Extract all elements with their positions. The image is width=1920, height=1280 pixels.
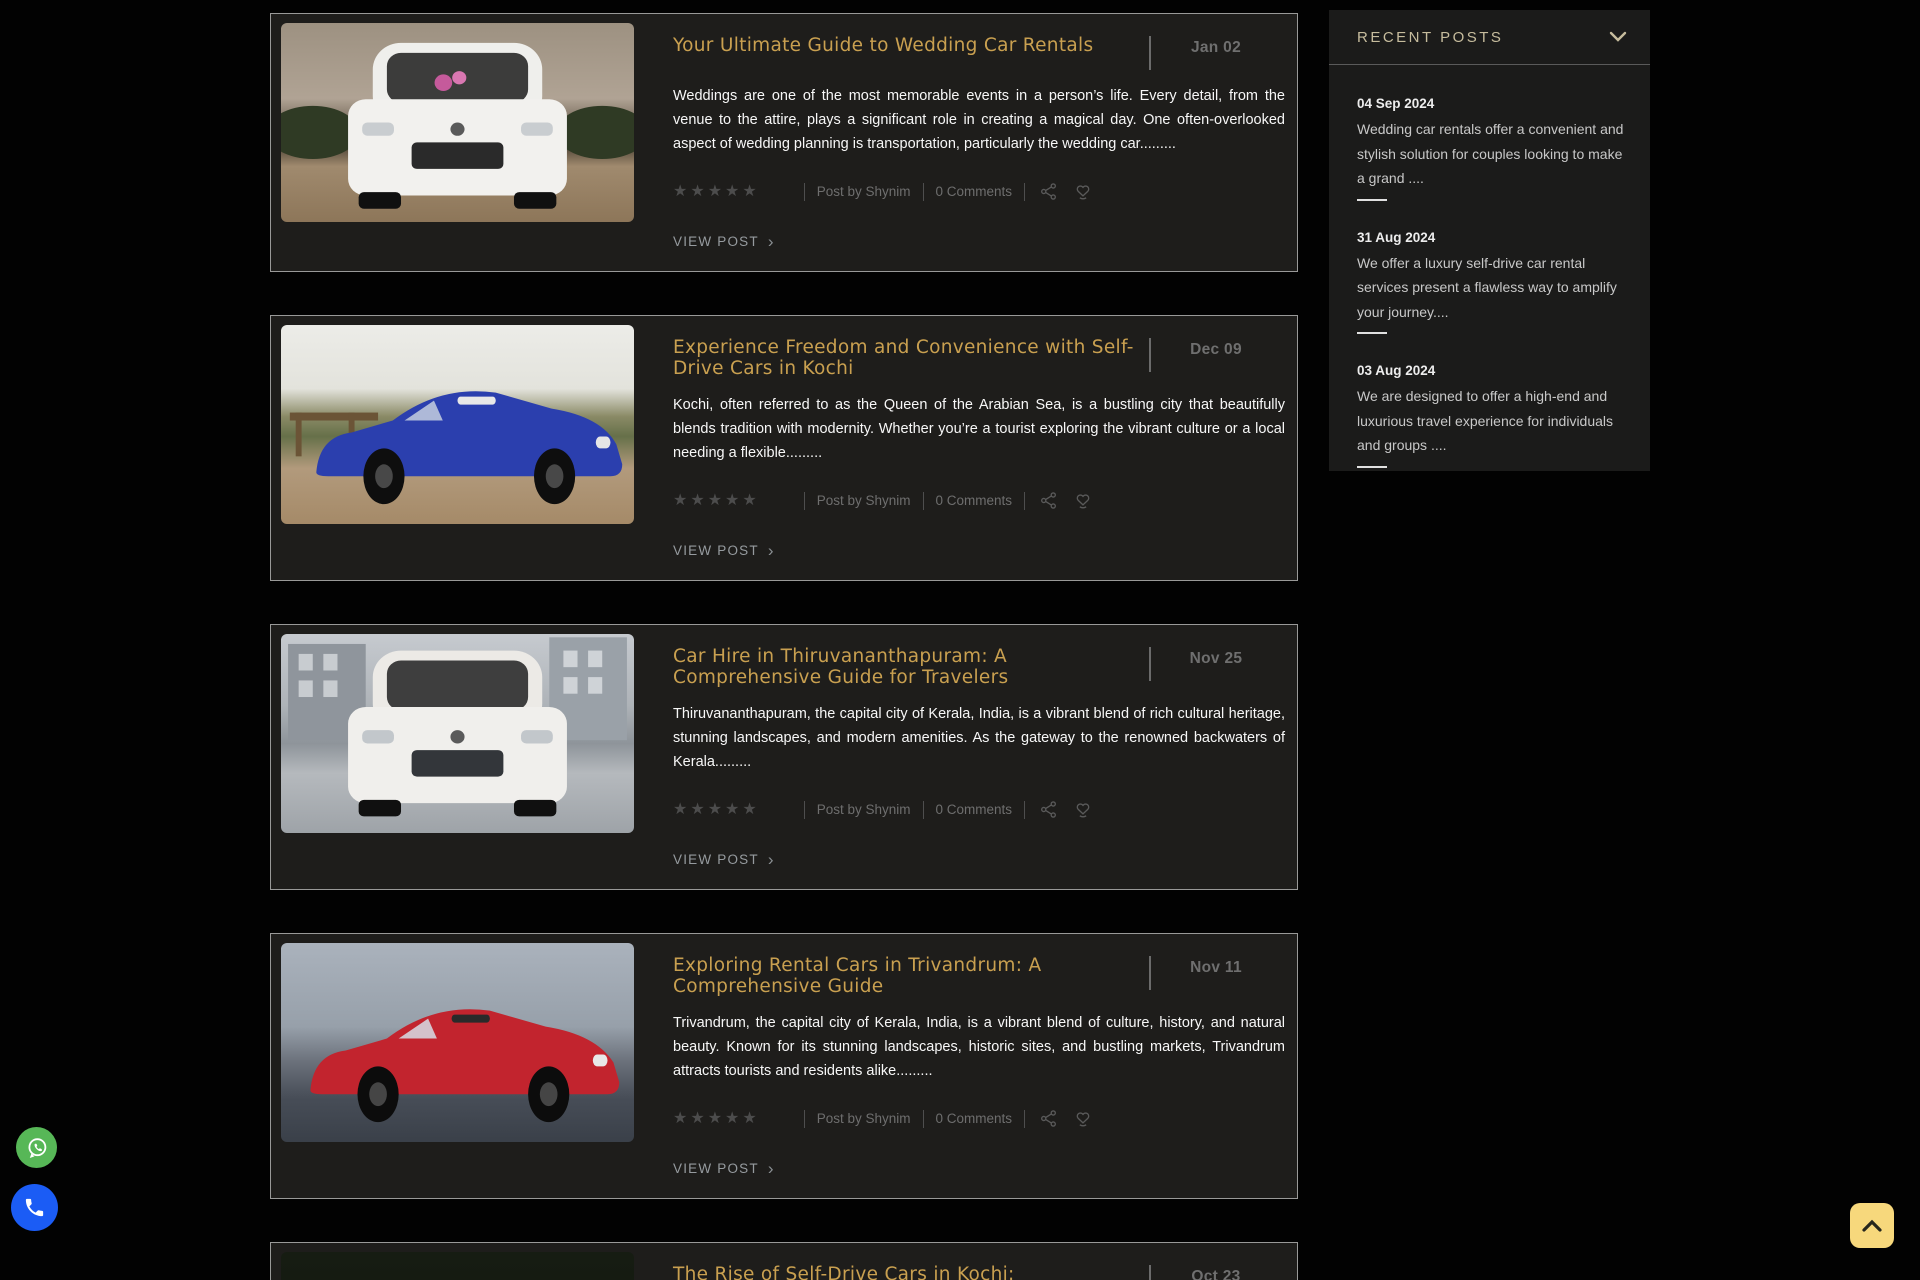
rating-stars: ★★★★★ bbox=[673, 1111, 760, 1127]
comments-count-link[interactable]: 0 Comments bbox=[936, 802, 1013, 817]
blog-post-card: Exploring Rental Cars in Trivandrum: A C… bbox=[270, 933, 1298, 1199]
post-excerpt: Trivandrum, the capital city of Kerala, … bbox=[673, 1011, 1285, 1083]
rating-stars: ★★★★★ bbox=[673, 802, 760, 818]
whatsapp-button[interactable] bbox=[16, 1127, 57, 1168]
share-icon[interactable] bbox=[1039, 491, 1058, 510]
post-content: Experience Freedom and Convenience with … bbox=[673, 325, 1285, 559]
post-date: Nov 11 bbox=[1151, 955, 1281, 977]
post-title-link[interactable]: Car Hire in Thiruvananthapuram: A Compre… bbox=[673, 646, 1143, 688]
post-author: Post by Shynim bbox=[817, 1111, 911, 1126]
post-title-link[interactable]: Your Ultimate Guide to Wedding Car Renta… bbox=[673, 35, 1143, 56]
recent-post-date: 04 Sep 2024 bbox=[1357, 96, 1624, 111]
post-thumbnail[interactable] bbox=[281, 23, 634, 222]
chevron-right-icon: › bbox=[768, 542, 774, 559]
post-thumbnail[interactable] bbox=[281, 325, 634, 524]
post-author: Post by Shynim bbox=[817, 184, 911, 199]
blog-post-card: Car Hire in Thiruvananthapuram: A Compre… bbox=[270, 624, 1298, 890]
recent-post-date: 31 Aug 2024 bbox=[1357, 230, 1624, 245]
separator bbox=[804, 1110, 805, 1128]
recent-post-item[interactable]: 03 Aug 2024 We are designed to offer a h… bbox=[1357, 363, 1624, 468]
post-excerpt: Kochi, often referred to as the Queen of… bbox=[673, 393, 1285, 465]
post-thumbnail[interactable] bbox=[281, 1252, 634, 1280]
white-suv-city-illustration bbox=[281, 634, 634, 833]
post-excerpt: Thiruvananthapuram, the capital city of … bbox=[673, 702, 1285, 774]
post-content: Exploring Rental Cars in Trivandrum: A C… bbox=[673, 943, 1285, 1177]
comments-count-link[interactable]: 0 Comments bbox=[936, 493, 1013, 508]
post-thumbnail[interactable] bbox=[281, 634, 634, 833]
view-post-link[interactable]: VIEW POST bbox=[673, 543, 759, 558]
post-thumbnail[interactable] bbox=[281, 943, 634, 1142]
separator bbox=[804, 492, 805, 510]
comments-count-link[interactable]: 0 Comments bbox=[936, 184, 1013, 199]
recent-post-excerpt[interactable]: We offer a luxury self-drive car rental … bbox=[1357, 251, 1624, 325]
like-heart-icon[interactable] bbox=[1073, 182, 1093, 201]
divider bbox=[1357, 199, 1387, 201]
like-heart-icon[interactable] bbox=[1073, 1109, 1093, 1128]
post-content: The Rise of Self-Drive Cars in Kochi: Tr… bbox=[673, 1252, 1285, 1280]
white-suv-front-illustration bbox=[281, 23, 634, 222]
recent-post-excerpt[interactable]: We are designed to offer a high-end and … bbox=[1357, 384, 1624, 458]
phone-icon bbox=[23, 1196, 46, 1219]
red-convertible-illustration bbox=[281, 943, 634, 1142]
share-icon[interactable] bbox=[1039, 800, 1058, 819]
comments-count-link[interactable]: 0 Comments bbox=[936, 1111, 1013, 1126]
separator bbox=[923, 492, 924, 510]
separator bbox=[923, 1110, 924, 1128]
blue-convertible-illustration bbox=[281, 325, 634, 524]
post-date: Dec 09 bbox=[1151, 337, 1281, 359]
separator bbox=[923, 801, 924, 819]
divider bbox=[1357, 332, 1387, 334]
whatsapp-icon bbox=[25, 1136, 49, 1160]
recent-post-date: 03 Aug 2024 bbox=[1357, 363, 1624, 378]
post-content: Car Hire in Thiruvananthapuram: A Compre… bbox=[673, 634, 1285, 868]
chevron-down-icon[interactable] bbox=[1608, 30, 1628, 44]
post-title-link[interactable]: The Rise of Self-Drive Cars in Kochi: Tr… bbox=[673, 1264, 1143, 1280]
post-title-link[interactable]: Exploring Rental Cars in Trivandrum: A C… bbox=[673, 955, 1143, 997]
post-author: Post by Shynim bbox=[817, 493, 911, 508]
separator bbox=[804, 183, 805, 201]
separator bbox=[1024, 492, 1025, 510]
view-post-link[interactable]: VIEW POST bbox=[673, 852, 759, 867]
share-icon[interactable] bbox=[1039, 1109, 1058, 1128]
blog-post-card: Your Ultimate Guide to Wedding Car Renta… bbox=[270, 13, 1298, 272]
view-post-link[interactable]: VIEW POST bbox=[673, 1161, 759, 1176]
chevron-up-icon bbox=[1859, 1217, 1885, 1235]
recent-post-item[interactable]: 04 Sep 2024 Wedding car rentals offer a … bbox=[1357, 96, 1624, 201]
post-title-link[interactable]: Experience Freedom and Convenience with … bbox=[673, 337, 1143, 379]
rating-stars: ★★★★★ bbox=[673, 184, 760, 200]
chevron-right-icon: › bbox=[768, 851, 774, 868]
post-date: Oct 23 bbox=[1151, 1264, 1281, 1280]
post-content: Your Ultimate Guide to Wedding Car Renta… bbox=[673, 23, 1285, 250]
recent-post-excerpt[interactable]: Wedding car rentals offer a convenient a… bbox=[1357, 117, 1624, 191]
chevron-right-icon: › bbox=[768, 233, 774, 250]
recent-posts-title: RECENT POSTS bbox=[1357, 29, 1503, 46]
post-date: Jan 02 bbox=[1151, 35, 1281, 57]
recent-posts-header[interactable]: RECENT POSTS bbox=[1329, 10, 1650, 65]
share-icon[interactable] bbox=[1039, 182, 1058, 201]
like-heart-icon[interactable] bbox=[1073, 800, 1093, 819]
phone-call-button[interactable] bbox=[11, 1184, 58, 1231]
separator bbox=[1024, 1110, 1025, 1128]
like-heart-icon[interactable] bbox=[1073, 491, 1093, 510]
separator bbox=[1024, 183, 1025, 201]
recent-posts-list: 04 Sep 2024 Wedding car rentals offer a … bbox=[1329, 65, 1650, 468]
view-post-link[interactable]: VIEW POST bbox=[673, 234, 759, 249]
blog-post-card: The Rise of Self-Drive Cars in Kochi: Tr… bbox=[270, 1242, 1298, 1280]
separator bbox=[1024, 801, 1025, 819]
post-excerpt: Weddings are one of the most memorable e… bbox=[673, 84, 1285, 156]
separator bbox=[804, 801, 805, 819]
blog-post-card: Experience Freedom and Convenience with … bbox=[270, 315, 1298, 581]
chevron-right-icon: › bbox=[768, 1160, 774, 1177]
post-date: Nov 25 bbox=[1151, 646, 1281, 668]
rating-stars: ★★★★★ bbox=[673, 493, 760, 509]
blog-page: Your Ultimate Guide to Wedding Car Renta… bbox=[0, 0, 1920, 1280]
post-author: Post by Shynim bbox=[817, 802, 911, 817]
divider bbox=[1357, 466, 1387, 468]
separator bbox=[923, 183, 924, 201]
recent-posts-widget: RECENT POSTS 04 Sep 2024 Wedding car ren… bbox=[1329, 10, 1650, 471]
blog-posts-list: Your Ultimate Guide to Wedding Car Renta… bbox=[270, 13, 1298, 1280]
scroll-to-top-button[interactable] bbox=[1850, 1203, 1894, 1248]
recent-post-item[interactable]: 31 Aug 2024 We offer a luxury self-drive… bbox=[1357, 230, 1624, 335]
